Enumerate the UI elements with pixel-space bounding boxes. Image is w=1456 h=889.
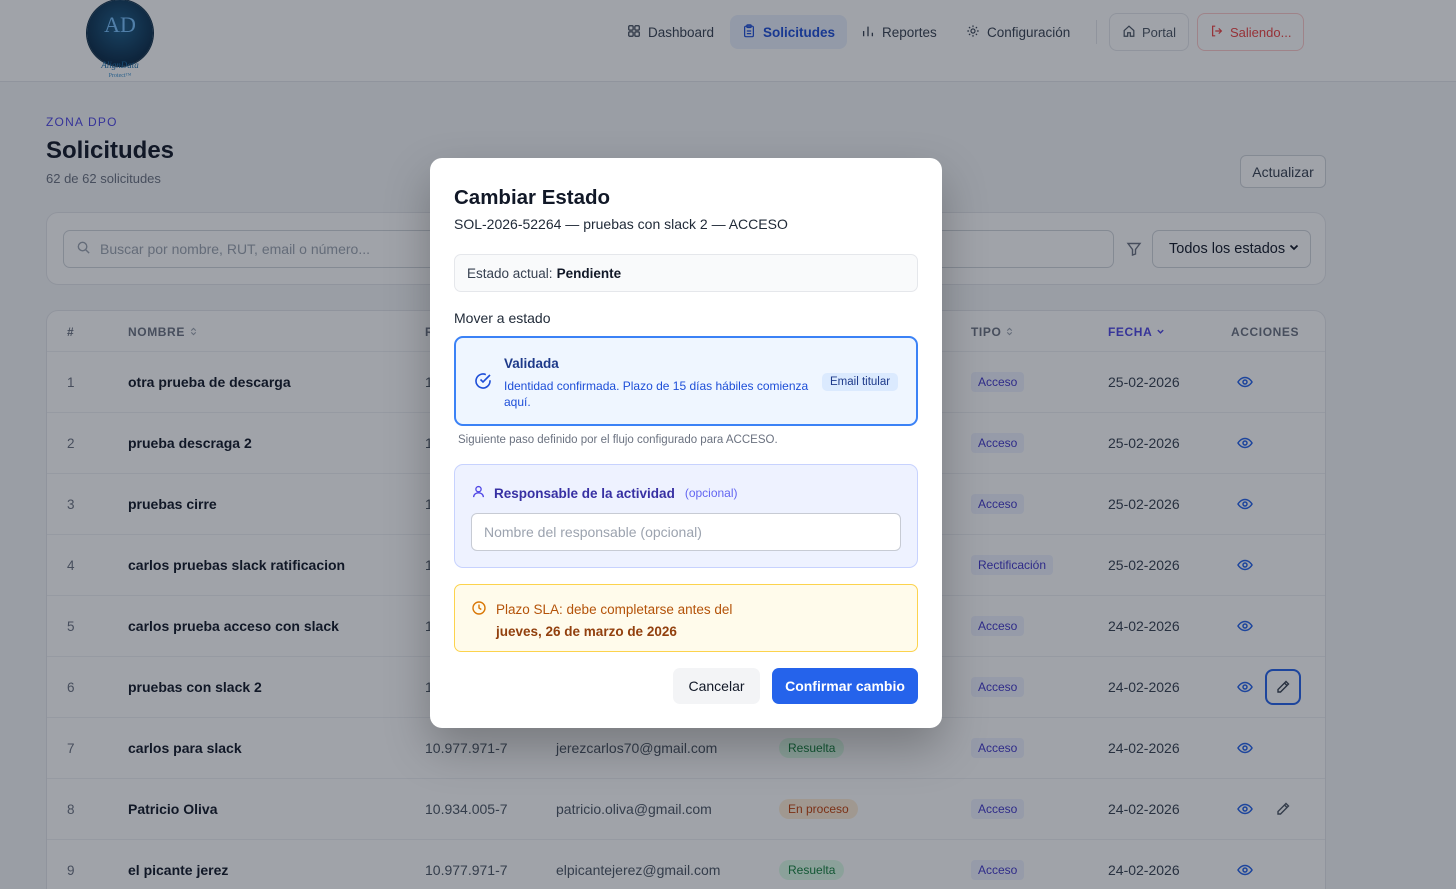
status-option-badge: Email titular: [822, 373, 899, 391]
status-option-title: Validada: [504, 356, 559, 371]
sla-prefix: Plazo SLA: debe completarse antes del: [496, 602, 733, 617]
sla-notice: Plazo SLA: debe completarse antes del ju…: [454, 584, 918, 652]
user-icon: [471, 484, 486, 502]
dialog-subtitle: SOL-2026-52264 — pruebas con slack 2 — A…: [454, 216, 788, 232]
responsible-label: Responsable de la actividad (opcional): [471, 484, 738, 502]
responsible-optional-tag: (opcional): [684, 486, 738, 500]
check-circle-icon: [473, 371, 493, 391]
confirm-change-button[interactable]: Confirmar cambio: [772, 668, 918, 704]
responsible-label-text: Responsable de la actividad: [494, 485, 675, 501]
move-to-label: Mover a estado: [454, 310, 551, 326]
cancel-button[interactable]: Cancelar: [673, 668, 760, 704]
change-status-dialog: Cambiar Estado SOL-2026-52264 — pruebas …: [430, 158, 942, 728]
responsible-section: Responsable de la actividad (opcional): [454, 464, 918, 568]
sla-text: Plazo SLA: debe completarse antes del ju…: [496, 599, 732, 643]
current-status: Estado actual: Pendiente: [454, 254, 918, 292]
status-option-validada[interactable]: Validada Identidad confirmada. Plazo de …: [454, 336, 918, 426]
clock-icon: [471, 600, 487, 616]
sla-deadline-date: jueves, 26 de marzo de 2026: [496, 624, 677, 639]
dialog-title: Cambiar Estado: [454, 186, 611, 209]
current-status-prefix: Estado actual:: [467, 265, 553, 281]
responsible-name-input[interactable]: [471, 513, 901, 551]
current-status-value: Pendiente: [556, 265, 622, 281]
flow-hint: Siguiente paso definido por el flujo con…: [458, 434, 778, 446]
status-option-description: Identidad confirmada. Plazo de 15 días h…: [504, 379, 809, 409]
